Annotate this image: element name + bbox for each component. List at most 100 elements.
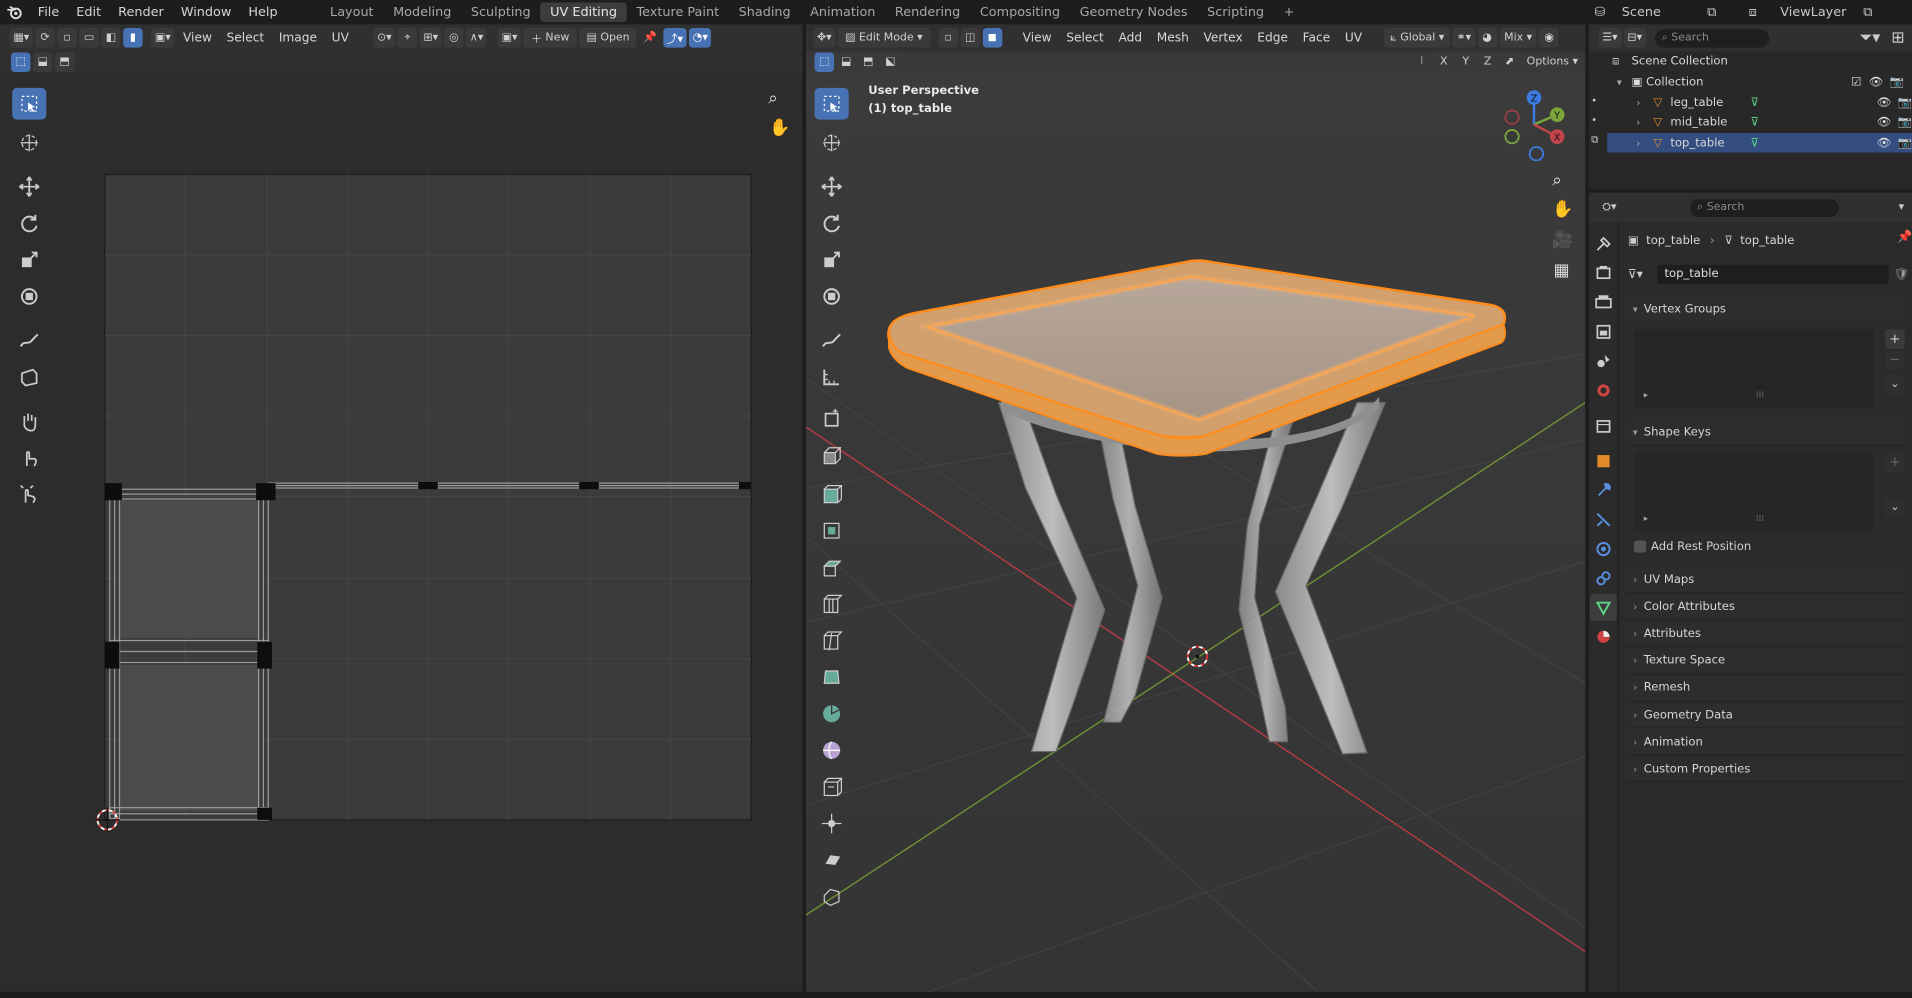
outliner-row-scene-collection[interactable]: ⧈ Scene Collection (1607, 51, 1912, 71)
vertex-group-specials-icon[interactable]: ⌄ (1885, 374, 1905, 395)
uv-zoom-icon[interactable]: ⌕ (768, 89, 790, 111)
vp-transform-icon[interactable] (815, 281, 849, 313)
editor-type-icon[interactable]: ▦▾ (9, 28, 33, 48)
auto-merge-icon[interactable]: ⬈ (1499, 52, 1520, 72)
vertex-groups-list[interactable]: ▸ ⁞⁞⁞ (1633, 329, 1875, 408)
viewport-menu-view[interactable]: View (1015, 31, 1059, 44)
vp-rip-icon[interactable] (815, 881, 849, 913)
vp-camera-icon[interactable]: 🎥 (1552, 231, 1573, 251)
object-render-icon[interactable]: 📷 (1898, 96, 1912, 109)
vp-select-set-icon[interactable]: ⬚ (814, 52, 835, 72)
uv-sync-icon[interactable]: ⤴▾ (662, 28, 687, 48)
viewport-menu-vertex[interactable]: Vertex (1196, 31, 1250, 44)
vp-edge-slide-icon[interactable] (815, 771, 849, 803)
uv-menu-uv[interactable]: UV (324, 31, 356, 44)
row-dot-icon[interactable]: • (1591, 115, 1606, 135)
shape-keys-list[interactable]: ▸ ⁞⁞⁞ (1633, 452, 1875, 531)
properties-dropdown-icon[interactable]: ▾ (1899, 201, 1905, 213)
material-tab-icon[interactable] (1590, 623, 1617, 650)
vp-spin-icon[interactable] (815, 698, 849, 730)
new-view-layer-icon[interactable]: ⧉ (1863, 4, 1883, 20)
pivot-point-icon[interactable]: ⚭▾ (1452, 28, 1475, 48)
vp-select-invert-icon[interactable]: ⬕ (880, 52, 900, 72)
image-browse-icon[interactable]: ▣▾ (497, 28, 522, 48)
outliner-item-mid-table[interactable]: › ▽ mid_table ⊽ 👁 📷 (1607, 113, 1912, 133)
collection-tab-icon[interactable] (1590, 412, 1617, 439)
edge-select-icon[interactable]: ◫ (960, 28, 980, 48)
object-render-icon[interactable]: 📷 (1898, 116, 1912, 129)
navigation-gizmo[interactable]: Z Y X (1501, 88, 1574, 162)
remove-vertex-group-button[interactable]: − (1885, 351, 1905, 369)
shape-keys-panel-header[interactable]: ▾ Shape Keys (1626, 419, 1905, 446)
modifiers-tab-icon[interactable] (1590, 477, 1617, 504)
transform-orientation-selector[interactable]: ⟀ Global ▾ (1384, 28, 1451, 48)
panel-uv-maps[interactable]: › UV Maps (1626, 567, 1905, 593)
expand-icon[interactable]: › (1636, 137, 1648, 148)
new-image-button[interactable]: ＋ New (523, 28, 577, 48)
uv-relax-icon[interactable] (12, 442, 46, 474)
vp-select-extend-icon[interactable]: ⬓ (836, 52, 857, 72)
uv-canvas[interactable] (0, 73, 803, 992)
uv-select-vertex-icon[interactable]: ▫ (57, 28, 77, 48)
select-mode-set-icon[interactable]: ⬚ (10, 52, 31, 72)
snap-toggle-icon[interactable]: ◕ (1477, 28, 1497, 48)
panel-color-attributes[interactable]: › Color Attributes (1626, 594, 1905, 621)
viewport-scene[interactable] (806, 73, 1586, 992)
pin-data-icon[interactable]: 📌 (1897, 231, 1912, 244)
viewport-menu-mesh[interactable]: Mesh (1149, 31, 1196, 44)
uv-select-edge-icon[interactable]: ▭ (79, 28, 99, 48)
filter-icon[interactable]: ⏷▾ (1860, 29, 1881, 47)
uv-cursor-icon[interactable] (12, 127, 46, 159)
vertex-select-icon[interactable]: ▫ (938, 28, 959, 48)
mesh-datablock-icon[interactable]: ⊽▾ (1628, 268, 1657, 281)
vp-add-cube-icon[interactable] (815, 403, 849, 435)
constraints-tab-icon[interactable] (1590, 565, 1617, 592)
display-mode-icon[interactable]: ⊟▾ (1623, 28, 1646, 48)
uv-annotate-icon[interactable] (12, 325, 46, 357)
falloff-icon[interactable]: ∧▾ (466, 28, 488, 48)
uv-rip-icon[interactable] (12, 361, 46, 393)
expand-icon[interactable]: › (1636, 117, 1648, 128)
output-tab-icon[interactable] (1590, 289, 1617, 316)
pivot-icon[interactable]: ⊙▾ (373, 28, 396, 48)
menu-render[interactable]: Render (110, 5, 173, 20)
uv-pan-icon[interactable]: ✋ (769, 118, 791, 140)
snap-mix-selector[interactable]: Mix ▾ (1499, 28, 1538, 48)
panel-texture-space[interactable]: › Texture Space (1626, 648, 1905, 675)
tab-modeling[interactable]: Modeling (383, 2, 461, 22)
outliner-item-leg-table[interactable]: › ▽ leg_table ⊽ 👁 📷 (1607, 93, 1912, 113)
sticky-select-icon[interactable]: ⟳ (35, 28, 55, 48)
add-workspace-button[interactable]: + (1274, 2, 1304, 22)
expand-icon[interactable]: › (1636, 97, 1648, 108)
object-tab-icon[interactable] (1590, 448, 1617, 475)
collection-checkbox-icon[interactable]: ☑ (1851, 75, 1861, 88)
vertex-groups-panel-header[interactable]: ▾ Vertex Groups (1626, 296, 1905, 323)
menu-file[interactable]: File (29, 5, 68, 20)
vp-poly-build-icon[interactable] (815, 661, 849, 693)
collection-visibility-icon[interactable]: 👁 (1869, 75, 1884, 88)
vp-extrude-icon[interactable] (815, 439, 849, 471)
overlays-icon[interactable]: ◔▾ (689, 28, 712, 48)
tab-texture-paint[interactable]: Texture Paint (627, 2, 729, 22)
mesh-data-icon[interactable]: ⊽ (1751, 116, 1877, 129)
physics-tab-icon[interactable] (1590, 536, 1617, 563)
uv-select-box-icon[interactable] (12, 87, 47, 120)
vp-smooth-icon[interactable] (815, 734, 849, 766)
mirror-y-button[interactable]: Y (1455, 52, 1476, 72)
collection-expand-icon[interactable]: ▾ (1607, 76, 1622, 87)
mirror-icon[interactable]: ⦚ (1412, 52, 1432, 72)
viewport-menu-face[interactable]: Face (1295, 31, 1337, 44)
tab-layout[interactable]: Layout (320, 2, 383, 22)
properties-search-field[interactable]: ⌕ Search (1689, 198, 1839, 217)
options-dropdown[interactable]: Options ▾ (1522, 52, 1583, 72)
tab-uv-editing[interactable]: UV Editing (540, 2, 627, 22)
object-visibility-icon[interactable]: 👁 (1877, 96, 1892, 109)
view-layer-selector[interactable]: ViewLayer (1775, 5, 1863, 20)
tab-sculpting[interactable]: Sculpting (461, 2, 540, 22)
vp-zoom-icon[interactable]: ⌕ (1552, 171, 1562, 191)
row-edit-icon[interactable]: ⧉ (1591, 134, 1606, 154)
render-tab-icon[interactable] (1590, 260, 1617, 287)
open-image-button[interactable]: ▤ Open (579, 28, 637, 48)
uv-grab-icon[interactable] (12, 405, 46, 437)
world-tab-icon[interactable] (1590, 377, 1617, 404)
